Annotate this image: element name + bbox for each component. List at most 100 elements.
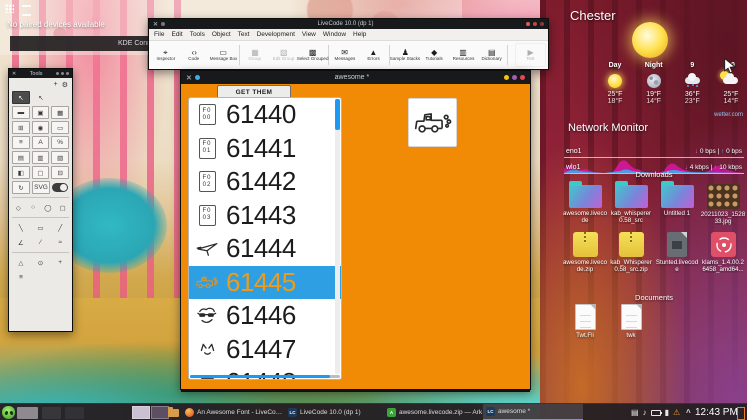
tool-button[interactable]: ▭	[51, 121, 70, 134]
list-item[interactable]: F0 02 61442	[189, 165, 341, 199]
svg-tool-button[interactable]: SVG	[32, 181, 50, 194]
scrollbar-thumb[interactable]	[335, 99, 340, 130]
menu-window[interactable]: Window	[323, 31, 346, 38]
message-box-button[interactable]: ▭ Message Box	[209, 48, 238, 62]
network-warning-icon[interactable]: ⚠	[673, 404, 680, 420]
tutorials-button[interactable]: ◆ Tutorials	[420, 48, 449, 62]
tool-button[interactable]: ◧	[12, 166, 30, 179]
scrollbar-thumb[interactable]	[190, 375, 330, 378]
edit-group-button[interactable]: ▧ Edit Group	[269, 48, 298, 62]
maximize-icon[interactable]	[512, 75, 517, 80]
close-dot-icon[interactable]	[520, 75, 525, 80]
minimized-window-button[interactable]	[17, 404, 38, 420]
file-item[interactable]: awesome.livecode	[562, 180, 608, 225]
glyph-list[interactable]: F0 00 61440 F0 01 61441 F0 02 61442 F0 03 61…	[188, 97, 342, 380]
file-item[interactable]: kab_whisperer 0.58_src	[608, 180, 654, 225]
tool-button[interactable]: ▦	[51, 106, 70, 119]
virtual-desktop-pager[interactable]	[132, 404, 169, 420]
menu-help[interactable]: Help	[353, 31, 366, 38]
tools-titlebar[interactable]: ✕ Tools	[9, 69, 72, 78]
shape-diamond-tool[interactable]: ◇	[12, 201, 25, 214]
shape-circle-tool[interactable]: ○	[27, 201, 40, 214]
tool-button[interactable]: ≡	[12, 136, 30, 149]
pencil-tool[interactable]: ∕	[32, 236, 50, 249]
inspector-button[interactable]: ⌖ Inspector	[151, 48, 180, 62]
resources-button[interactable]: ▥ Resources	[449, 48, 478, 62]
task-browser-forum[interactable]: An Awesome Font - LiveCode Foru...	[182, 404, 288, 420]
group-button[interactable]: ▦ Group	[241, 48, 270, 62]
menu-file[interactable]: File	[154, 31, 164, 38]
menu-object[interactable]: Object	[212, 31, 231, 38]
tray-expander-caret[interactable]: ^	[686, 404, 691, 420]
pointer-tool-button[interactable]: ↖	[12, 91, 30, 104]
file-item[interactable]: awesome.livecode.zip	[562, 228, 608, 273]
application-launcher-button[interactable]	[2, 404, 15, 420]
weather-credit-link[interactable]: wetter.com	[714, 112, 743, 118]
minimized-window-button[interactable]	[65, 404, 84, 420]
minimize-icon[interactable]	[526, 22, 530, 26]
clipboard-icon[interactable]: ▤	[631, 404, 639, 420]
test-button[interactable]: ▶ Test	[515, 42, 546, 67]
vertical-scrollbar[interactable]	[335, 99, 340, 374]
curve-tool[interactable]: ≈	[51, 236, 69, 249]
file-item[interactable]: Twt.Fli	[562, 304, 608, 346]
desktop-2-cell[interactable]	[151, 406, 169, 419]
minimized-window-button[interactable]	[42, 404, 61, 420]
list-item-selected[interactable]: 61445	[189, 265, 341, 299]
window-dot-icon[interactable]	[56, 72, 59, 75]
window-dot-icon[interactable]	[66, 72, 69, 75]
minimize-icon[interactable]	[504, 75, 509, 80]
awesome-titlebar[interactable]: ✕ awesome *	[181, 71, 530, 84]
task-awesome-stack[interactable]: LC awesome *	[483, 404, 583, 420]
list-item[interactable]: 61444	[189, 232, 341, 266]
task-ark-archive[interactable]: A awesome.livecode.zip — Ark	[384, 404, 486, 420]
list-item[interactable]: F0 01 61441	[189, 132, 341, 166]
line-tool[interactable]: ╲	[12, 221, 30, 234]
eyedropper-tool[interactable]: ⊙	[32, 256, 50, 269]
shape-rect-tool[interactable]: ▢	[56, 201, 69, 214]
tool-button[interactable]: ▬	[12, 106, 30, 119]
pin-icon[interactable]	[22, 5, 31, 16]
tool-button[interactable]: ▤	[12, 151, 30, 164]
file-item[interactable]: klams_1.4.00.26458_amd64...	[700, 228, 746, 273]
file-manager-task[interactable]	[168, 404, 179, 420]
file-item[interactable]: 20211023_152833.jpg	[700, 180, 746, 225]
toggle-switch[interactable]	[52, 183, 68, 192]
desktop-1-cell[interactable]	[132, 406, 150, 419]
menu-view[interactable]: View	[302, 31, 316, 38]
brush-tool[interactable]: +	[51, 256, 69, 269]
maximize-icon[interactable]	[533, 22, 537, 26]
volume-icon[interactable]: ♪	[643, 404, 647, 420]
code-button[interactable]: ‹› Code	[180, 48, 209, 62]
close-icon[interactable]: ✕	[186, 74, 192, 82]
menu-tools[interactable]: Tools	[190, 31, 205, 38]
shape-oval-tool[interactable]: ◯	[42, 201, 55, 214]
app-grid-icon[interactable]	[5, 4, 14, 13]
tool-button[interactable]: A	[31, 136, 50, 149]
livecode-titlebar[interactable]: ✕ LiveCode 10.0 (dp 1)	[149, 19, 548, 29]
browse-tool-button[interactable]: ↖	[32, 91, 50, 104]
sample-stacks-button[interactable]: ♟ Sample Stacks	[390, 48, 420, 62]
menu-edit[interactable]: Edit	[171, 31, 182, 38]
messages-button[interactable]: ✉ Messages	[330, 48, 359, 62]
tool-button[interactable]: ↻	[12, 181, 30, 194]
gear-icon[interactable]: ⚙	[62, 81, 68, 89]
clock[interactable]: 12:43 PM	[695, 404, 738, 420]
freehand-tool[interactable]: ╱	[51, 221, 69, 234]
select-grouped-button[interactable]: ▩ Select Grouped	[297, 48, 329, 62]
task-livecode-ide[interactable]: LC LiveCode 10.0 (dp 1)	[285, 404, 387, 420]
dictionary-button[interactable]: ▤ Dictionary	[477, 48, 506, 62]
list-item[interactable]: F0 03 61443	[189, 199, 341, 233]
tool-button[interactable]: ⊞	[12, 121, 30, 134]
file-item[interactable]: Stunted.livecode	[654, 228, 700, 273]
list-item[interactable]: 61446	[189, 299, 341, 333]
polygon-tool[interactable]: △	[12, 256, 30, 269]
add-icon[interactable]: +	[54, 81, 58, 89]
file-item[interactable]: kab_Whisperer 0.58_src.zip	[608, 228, 654, 273]
tool-button[interactable]: ▣	[31, 106, 50, 119]
menu-development[interactable]: Development	[257, 31, 295, 38]
menu-text[interactable]: Text	[238, 31, 250, 38]
rect-graphic-tool[interactable]: ▭	[32, 221, 50, 234]
list-item[interactable]: F0 00 61440	[189, 98, 341, 132]
battery-icon[interactable]	[650, 410, 662, 416]
